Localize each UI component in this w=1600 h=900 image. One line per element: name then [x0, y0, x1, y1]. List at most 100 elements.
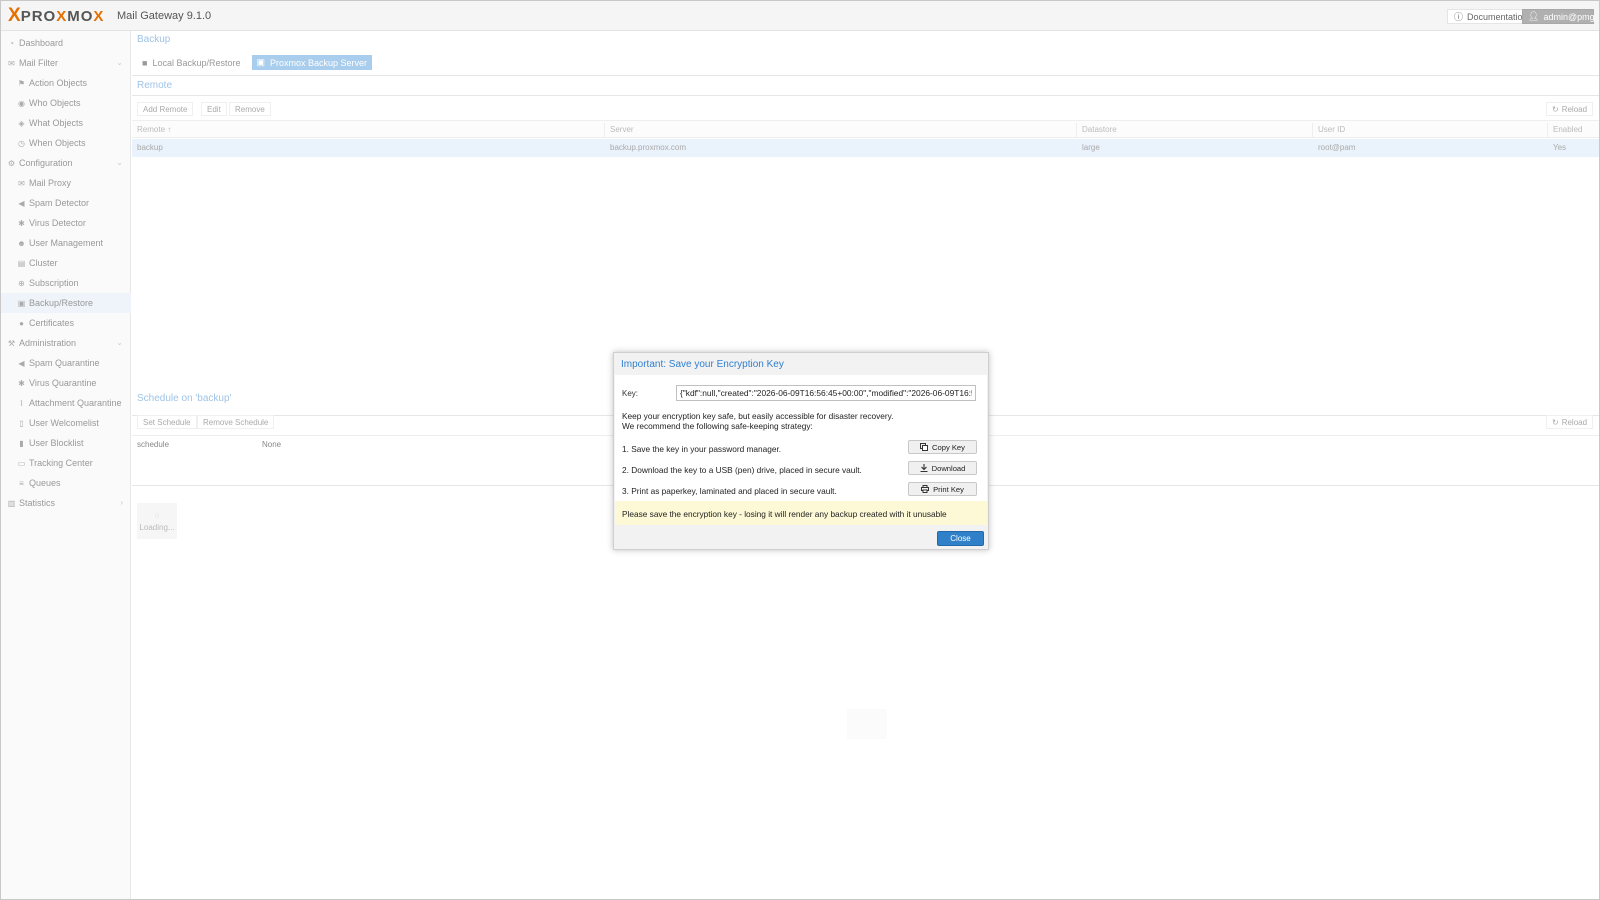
collapse-icon[interactable]: ⌄ [116, 338, 123, 347]
divider [132, 95, 1599, 96]
floppy-icon: ▣ [17, 298, 26, 308]
sidebar-item-who-objects[interactable]: ◉ Who Objects [1, 93, 131, 113]
refresh-icon: ↻ [1552, 417, 1559, 427]
sidebar-item-subscription[interactable]: ⊕ Subscription [1, 273, 131, 293]
file-icon: ▮ [19, 438, 24, 448]
users-icon: ☻ [17, 238, 26, 248]
download-icon [920, 464, 928, 472]
cell-enabled: Yes [1553, 143, 1567, 152]
clock-icon: ◷ [18, 138, 25, 148]
remove-remote-button[interactable]: Remove [229, 102, 271, 116]
proxmox-logo[interactable]: X PROXMOX [8, 5, 105, 26]
sidebar-item-backup-restore[interactable]: ▣ Backup/Restore [1, 293, 131, 313]
sidebar-item-administration[interactable]: ⚒ Administration ⌄ [1, 333, 131, 353]
refresh-icon: ↻ [1552, 104, 1559, 114]
sidebar-item-certificates[interactable]: ● Certificates [1, 313, 131, 333]
sidebar-item-cluster[interactable]: ▤ Cluster [1, 253, 131, 273]
remove-schedule-button[interactable]: Remove Schedule [197, 415, 275, 429]
step-1-text: 1. Save the key in your password manager… [622, 444, 782, 454]
encryption-key-dialog: Important: Save your Encryption Key Key:… [613, 352, 989, 550]
sidebar-item-when-objects[interactable]: ◷ When Objects [1, 133, 131, 153]
bullhorn-icon: ◀ [18, 358, 25, 368]
encryption-key-field[interactable] [676, 385, 976, 401]
envelope-icon: ✉ [8, 58, 15, 68]
sidebar-item-user-blocklist[interactable]: ▮ User Blocklist [1, 433, 131, 453]
sidebar-item-user-management[interactable]: ☻ User Management [1, 233, 131, 253]
loading-mask: ◌ Loading... [137, 503, 177, 539]
sidebar-item-dashboard[interactable]: ◔ Dashboard [1, 33, 131, 53]
sidebar-item-virus-quarantine[interactable]: ✱ Virus Quarantine [1, 373, 131, 393]
logo-x-mark: X [8, 5, 21, 26]
app-window: X PROXMOX Mail Gateway 9.1.0 ⓘ Documenta… [0, 0, 1600, 900]
user-menu-button[interactable]: 👤︎ admin@pmg ⌄ [1522, 9, 1599, 24]
tab-proxmox-backup-server[interactable]: ▣ Proxmox Backup Server [251, 55, 373, 70]
remote-panel-title: Remote [137, 80, 173, 91]
cell-server: backup.proxmox.com [610, 143, 687, 152]
table-row[interactable]: backup backup.proxmox.com large root@pam… [132, 139, 1599, 157]
warning-message: Please save the encryption key - losing … [615, 501, 987, 525]
expand-icon[interactable]: › [120, 498, 123, 507]
bug-icon: ✱ [18, 218, 25, 228]
logo-wordmark: PROXMOX [20, 7, 105, 25]
backup-tabs: ■ Local Backup/Restore ▣ Proxmox Backup … [137, 55, 373, 70]
reload-schedule-button[interactable]: ↻ Reload [1546, 415, 1594, 429]
user-circle-icon: ◉ [18, 98, 25, 108]
user-icon: 👤︎ [1528, 11, 1540, 21]
cogs-icon: ⚙ [7, 158, 16, 168]
collapse-icon[interactable]: ⌄ [116, 158, 123, 167]
advice-text: Keep your encryption key safe, but easil… [622, 411, 894, 431]
sidebar-item-action-objects[interactable]: ⚑ Action Objects [1, 73, 131, 93]
file-icon: ▯ [19, 418, 24, 428]
sidebar-item-configuration[interactable]: ⚙ Configuration ⌄ [1, 153, 131, 173]
set-schedule-button[interactable]: Set Schedule [137, 415, 197, 429]
sidebar-item-user-welcomelist[interactable]: ▯ User Welcomelist [1, 413, 131, 433]
download-button[interactable]: Download [908, 461, 977, 475]
info-icon: ⓘ [1454, 12, 1464, 22]
reload-remote-button[interactable]: ↻ Reload [1546, 102, 1594, 116]
column-header-enabled[interactable]: Enabled [1553, 125, 1582, 134]
column-header-server[interactable]: Server [610, 125, 634, 134]
cell-remote: backup [137, 143, 163, 152]
close-button[interactable]: Close [937, 531, 984, 546]
flag-icon: ⚑ [17, 78, 26, 88]
bug-icon: ✱ [18, 378, 25, 388]
floppy-icon: ▣ [256, 57, 266, 67]
certificate-icon: ● [19, 318, 24, 328]
dashboard-icon: ◔ [9, 38, 14, 48]
sidebar-item-spam-detector[interactable]: ◀ Spam Detector [1, 193, 131, 213]
dialog-title: Important: Save your Encryption Key [621, 359, 784, 370]
envelope-icon: ✉ [18, 178, 25, 188]
step-3-text: 3. Print as paperkey, laminated and plac… [622, 486, 837, 496]
map-icon: ▭ [17, 458, 26, 468]
column-header-user-id[interactable]: User ID [1318, 125, 1345, 134]
sidebar-item-virus-detector[interactable]: ✱ Virus Detector [1, 213, 131, 233]
column-header-remote[interactable]: Remote ↑ [137, 125, 171, 134]
sidebar-item-spam-quarantine[interactable]: ◀ Spam Quarantine [1, 353, 131, 373]
documentation-label: Documentation [1467, 11, 1528, 22]
cell-user-id: root@pam [1318, 143, 1356, 152]
cube-icon: ◈ [18, 118, 25, 128]
sidebar-item-tracking-center[interactable]: ▭ Tracking Center [1, 453, 131, 473]
sidebar-item-mail-proxy[interactable]: ✉ Mail Proxy [1, 173, 131, 193]
sidebar-item-statistics[interactable]: ▥ Statistics › [1, 493, 131, 513]
divider [132, 75, 1599, 76]
sidebar-item-what-objects[interactable]: ◈ What Objects [1, 113, 131, 133]
sidebar-item-mail-filter[interactable]: ✉ Mail Filter ⌄ [1, 53, 131, 73]
edit-remote-button[interactable]: Edit [201, 102, 227, 116]
add-remote-button[interactable]: Add Remote [137, 102, 194, 116]
collapse-icon[interactable]: ⌄ [116, 58, 123, 67]
copy-key-button[interactable]: Copy Key [908, 440, 977, 454]
step-2-text: 2. Download the key to a USB (pen) drive… [622, 465, 862, 475]
schedule-panel-title: Schedule on 'backup' [137, 393, 232, 404]
print-icon [921, 485, 930, 493]
column-header-datastore[interactable]: Datastore [1082, 125, 1117, 134]
print-key-button[interactable]: Print Key [908, 482, 977, 496]
tab-local-backup-restore[interactable]: ■ Local Backup/Restore [137, 55, 246, 70]
loading-placeholder [847, 709, 887, 739]
remote-grid-header: Remote ↑ Server Datastore User ID Enable… [132, 120, 1599, 138]
sidebar-nav: ◔ Dashboard ✉ Mail Filter ⌄ ⚑ Action Objects… [1, 31, 131, 899]
sidebar-item-attachment-quarantine[interactable]: ⌇ Attachment Quarantine [1, 393, 131, 413]
life-ring-icon: ⊕ [18, 278, 25, 288]
list-icon: ≡ [19, 478, 24, 488]
sidebar-item-queues[interactable]: ≡ Queues [1, 473, 131, 493]
